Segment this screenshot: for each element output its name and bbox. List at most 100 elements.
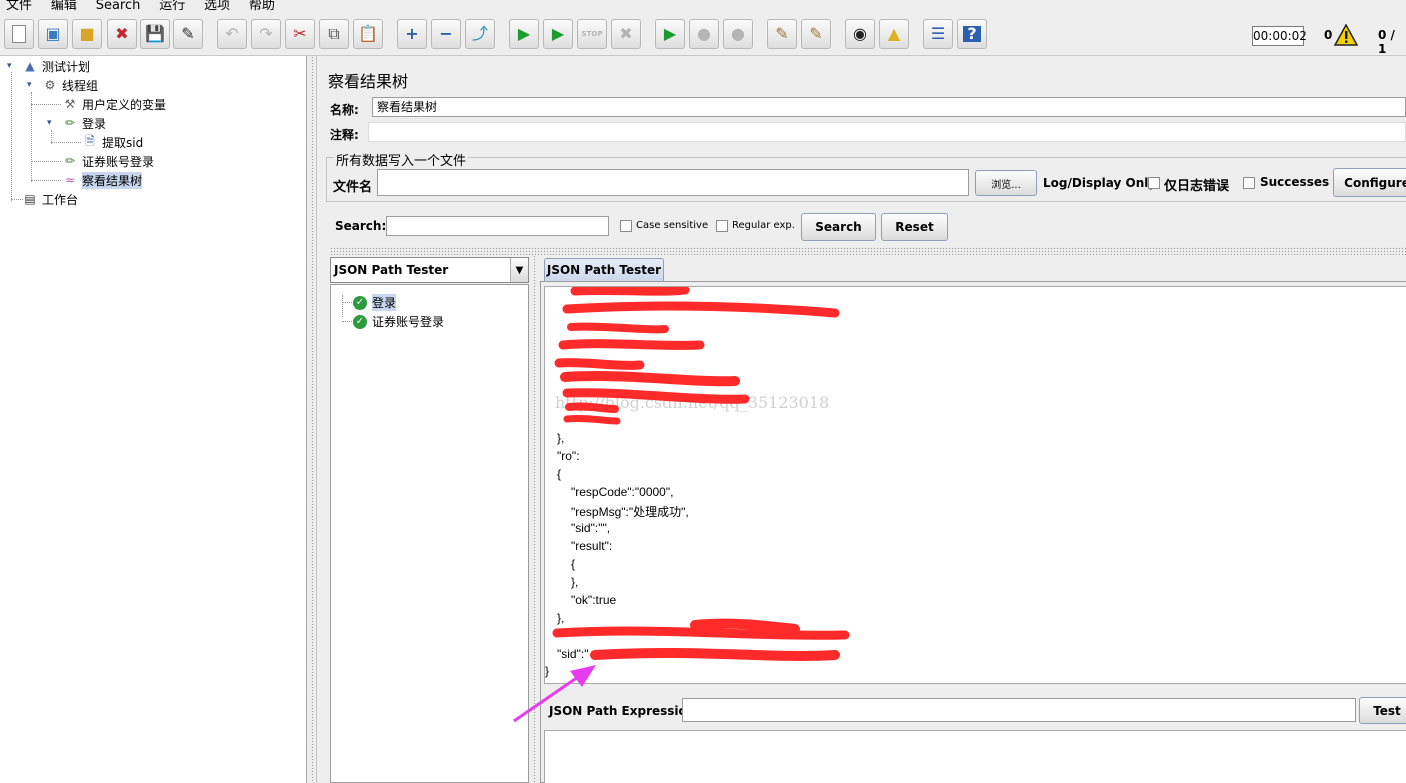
error-count: 0 (1324, 28, 1333, 42)
sampler-pen-icon: ✏ (64, 154, 76, 168)
binoculars-icon: ◉ (853, 24, 867, 43)
clear-all-button[interactable]: ✎ (801, 19, 831, 49)
menu-edit[interactable]: 编辑 (51, 0, 77, 12)
menu-options[interactable]: 选项 (204, 0, 230, 12)
results-splitter[interactable] (330, 247, 1406, 255)
remote-shutdown-button[interactable]: ● (723, 19, 753, 49)
menu-search[interactable]: Search (96, 0, 141, 12)
toggle-button[interactable]: ⤴ (465, 19, 495, 49)
expression-result-area[interactable] (544, 730, 1406, 783)
undo-button[interactable]: ↶ (217, 19, 247, 49)
successes-checkbox[interactable] (1243, 177, 1255, 189)
reset-search-button[interactable]: ▲ (879, 19, 909, 49)
sample-securities-login[interactable]: ✓ 证券账号登录 (353, 313, 444, 330)
comment-label: 注释: (330, 128, 359, 142)
errors-only-checkbox[interactable] (1148, 177, 1160, 189)
json-line: "ok":true (571, 593, 617, 607)
configure-button[interactable]: Configure (1333, 168, 1406, 197)
login-expander[interactable]: ▾ (47, 119, 55, 128)
stop-button[interactable]: STOP (577, 19, 607, 49)
watermark: http://blog.csdn.net/qq_35123018 (555, 393, 830, 412)
case-sensitive-checkbox[interactable] (620, 220, 632, 232)
save-as-button[interactable]: ✎ (173, 19, 203, 49)
collapse-button[interactable]: − (431, 19, 461, 49)
tree-node-test-plan[interactable]: ▲ 测试计划 (22, 57, 90, 75)
successes-label: Successes (1260, 175, 1330, 189)
start-button[interactable]: ▶ (509, 19, 539, 49)
remote-start-button[interactable]: ▶ (655, 19, 685, 49)
save-icon: 💾 (145, 24, 165, 43)
copy-button[interactable]: ⧉ (319, 19, 349, 49)
name-label: 名称: (330, 103, 359, 117)
json-path-tester-panel: http://blog.csdn.net/qq_35123018 }, "ro"… (540, 281, 1406, 783)
reset-button[interactable]: Reset (881, 213, 948, 241)
help-icon: ? (963, 26, 981, 42)
test-button[interactable]: Test (1359, 697, 1406, 724)
paste-button[interactable]: 📋 (353, 19, 383, 49)
save-button[interactable]: 💾 (140, 19, 170, 49)
tree-node-login[interactable]: ✏ 登录 (62, 114, 106, 132)
dropdown-arrow-icon[interactable]: ▼ (510, 258, 528, 282)
json-line: }, (571, 575, 579, 589)
search-button-toolbar[interactable]: ◉ (845, 19, 875, 49)
test-plan-expander[interactable]: ▾ (7, 62, 15, 71)
expand-button[interactable]: + (397, 19, 427, 49)
menu-run[interactable]: 运行 (159, 0, 185, 12)
elapsed-timer: 00:00:02 (1252, 26, 1307, 46)
name-field[interactable]: 察看结果树 (372, 97, 1406, 117)
filename-field[interactable] (377, 169, 969, 196)
close-file-icon: ✖ (115, 24, 129, 43)
results-chart-icon: ≈ (64, 173, 76, 187)
remote-stop-button[interactable]: ● (689, 19, 719, 49)
regex-label: Regular exp. (732, 220, 795, 231)
tree-node-workbench[interactable]: ▤ 工作台 (22, 190, 78, 208)
minus-icon: − (439, 24, 453, 43)
thread-count: 0 / 1 (1378, 28, 1395, 56)
errors-only-label: 仅日志错误 (1164, 179, 1230, 194)
thread-group-expander[interactable]: ▾ (27, 81, 35, 90)
browse-button[interactable]: 浏览... (975, 170, 1037, 196)
tree-node-user-variables[interactable]: ⚒ 用户定义的变量 (62, 95, 166, 113)
log-display-label: Log/Display Only: (1043, 176, 1161, 190)
cut-button[interactable]: ✂ (285, 19, 315, 49)
new-button[interactable] (4, 19, 34, 49)
play-no-pause-icon: ▶ (551, 24, 565, 43)
menu-file[interactable]: 文件 (6, 0, 32, 12)
tab-json-path-tester[interactable]: JSON Path Tester (544, 258, 664, 282)
clear-button[interactable]: ✎ (767, 19, 797, 49)
regex-checkbox[interactable] (716, 220, 728, 232)
json-line: }, (557, 611, 565, 625)
copy-icon: ⧉ (328, 24, 340, 43)
file-group-title: 所有数据写入一个文件 (334, 150, 469, 169)
help-button[interactable]: ? (957, 19, 987, 49)
broom-icon: ✎ (775, 24, 789, 43)
results-vertical-splitter[interactable] (530, 255, 540, 783)
json-line: "result": (571, 539, 613, 553)
wrench-icon: ⚒ (64, 97, 76, 111)
start-no-pauses-button[interactable]: ▶ (543, 19, 573, 49)
json-line: "sid":" (557, 647, 589, 661)
shutdown-button[interactable]: ✖ (611, 19, 641, 49)
search-input[interactable] (386, 216, 609, 236)
comment-field[interactable] (368, 122, 1406, 142)
tree-node-securities-login[interactable]: ✏ 证券账号登录 (62, 152, 154, 170)
search-button[interactable]: Search (801, 213, 876, 241)
redo-button[interactable]: ↷ (251, 19, 281, 49)
open-button[interactable]: ■ (72, 19, 102, 49)
panel-title: 察看结果树 (328, 72, 409, 91)
function-helper-button[interactable]: ☰ (923, 19, 953, 49)
remote-shutdown-icon: ● (731, 24, 745, 43)
response-json-area[interactable]: http://blog.csdn.net/qq_35123018 }, "ro"… (544, 286, 1406, 684)
gear-icon: ⚙ (44, 78, 56, 92)
renderer-select[interactable]: JSON Path Tester ▼ (330, 257, 529, 283)
tree-node-extract-sid[interactable]: 🗎 提取sid (82, 133, 143, 151)
templates-button[interactable]: ▣ (38, 19, 68, 49)
menu-help[interactable]: 帮助 (249, 0, 275, 12)
close-button[interactable]: ✖ (107, 19, 137, 49)
toggle-icon: ⤴ (471, 24, 488, 43)
json-path-expression-input[interactable] (682, 698, 1356, 722)
main-splitter[interactable] (308, 56, 317, 783)
tree-node-view-results-tree[interactable]: ≈ 察看结果树 (62, 171, 143, 189)
tree-node-thread-group[interactable]: ⚙ 线程组 (42, 76, 98, 94)
sample-login[interactable]: ✓ 登录 (353, 294, 397, 311)
